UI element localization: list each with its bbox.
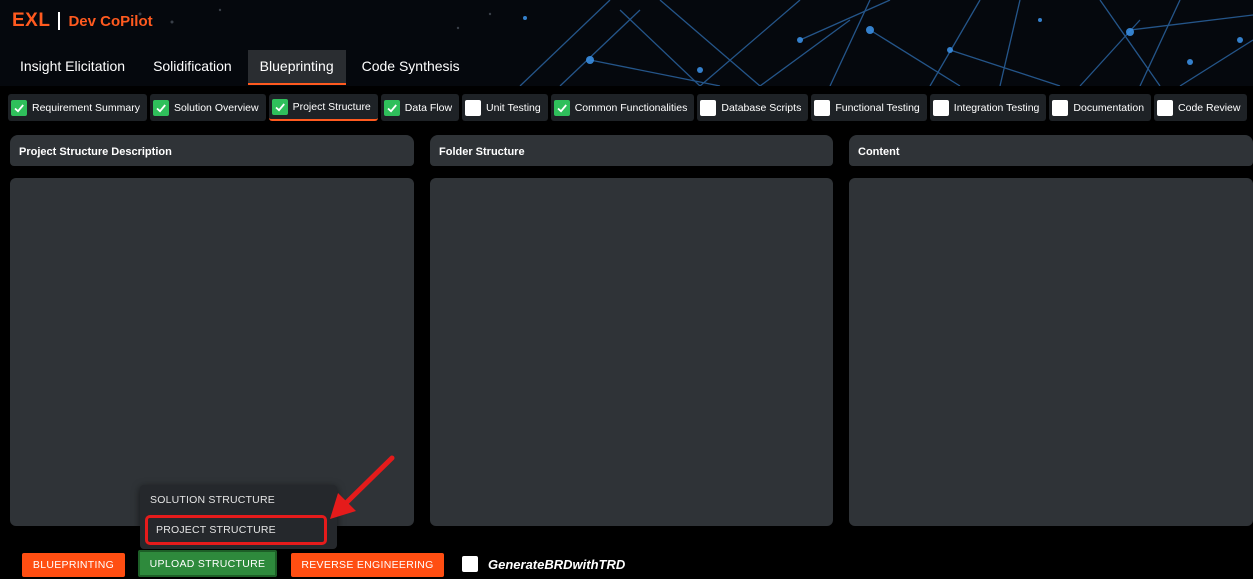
app-title: Dev CoPilot bbox=[68, 12, 153, 30]
checkbox-checked-icon[interactable] bbox=[11, 99, 27, 116]
reverse-engineering-button[interactable]: REVERSE ENGINEERING bbox=[291, 553, 444, 577]
subtab-label: Project Structure bbox=[292, 100, 371, 113]
subtab-requirement-summary[interactable]: Requirement Summary bbox=[8, 94, 147, 121]
generate-brd-label: GenerateBRDwithTRD bbox=[488, 556, 626, 572]
checkbox-unchecked-icon[interactable] bbox=[465, 99, 482, 116]
annotation-highlight-box bbox=[145, 515, 327, 545]
tab-solidification[interactable]: Solidification bbox=[141, 50, 244, 85]
subtab-code-review[interactable]: Code Review bbox=[1154, 94, 1248, 121]
subtab-label: Database Scripts bbox=[721, 101, 802, 114]
subtab-label: Requirement Summary bbox=[32, 101, 140, 114]
brand-separator bbox=[58, 12, 61, 30]
blueprinting-button[interactable]: BLUEPRINTING bbox=[22, 553, 125, 577]
subtab-integration-testing[interactable]: Integration Testing bbox=[929, 94, 1047, 121]
subtab-common-functionalities[interactable]: Common Functionalities bbox=[550, 94, 695, 121]
subtab-label: Data Flow bbox=[404, 101, 453, 114]
checkbox-unchecked-icon[interactable] bbox=[814, 99, 831, 116]
brand: EXL Dev CoPilot bbox=[12, 10, 153, 32]
exl-logo: EXL bbox=[12, 10, 51, 31]
subtab-unit-testing[interactable]: Unit Testing bbox=[462, 94, 548, 121]
checkbox-checked-icon[interactable] bbox=[152, 99, 169, 116]
menu-item-solution-structure[interactable]: SOLUTION STRUCTURE bbox=[150, 494, 275, 506]
content-panel[interactable] bbox=[849, 178, 1253, 526]
subtab-label: Documentation bbox=[1073, 101, 1145, 114]
generate-brd-checkbox[interactable] bbox=[462, 556, 478, 572]
app-header: EXL Dev CoPilot Insight Elicitation Soli… bbox=[0, 0, 1253, 86]
subtab-data-flow[interactable]: Data Flow bbox=[380, 94, 460, 121]
checkbox-checked-icon[interactable] bbox=[553, 99, 570, 116]
sub-tab-bar: Requirement Summary Solution Overview Pr… bbox=[8, 94, 1248, 121]
subtab-project-structure[interactable]: Project Structure bbox=[268, 94, 378, 121]
tab-blueprinting[interactable]: Blueprinting bbox=[247, 50, 346, 85]
subtab-documentation[interactable]: Documentation bbox=[1049, 94, 1152, 121]
checkbox-unchecked-icon[interactable] bbox=[700, 99, 717, 116]
subtab-label: Common Functionalities bbox=[574, 101, 688, 114]
folder-structure-header: Folder Structure bbox=[430, 135, 833, 166]
subtab-label: Code Review bbox=[1178, 101, 1241, 114]
subtab-label: Unit Testing bbox=[486, 101, 541, 114]
content-header: Content bbox=[849, 135, 1253, 166]
subtab-label: Integration Testing bbox=[953, 101, 1040, 114]
folder-structure-panel[interactable] bbox=[430, 178, 833, 526]
subtab-solution-overview[interactable]: Solution Overview bbox=[149, 94, 266, 121]
project-structure-description-header: Project Structure Description bbox=[10, 135, 414, 166]
subtab-label: Solution Overview bbox=[173, 101, 259, 114]
tab-insight-elicitation[interactable]: Insight Elicitation bbox=[8, 50, 137, 85]
generate-brd-option[interactable]: GenerateBRDwithTRD bbox=[462, 556, 625, 572]
annotation-arrow-icon bbox=[330, 455, 395, 519]
upload-structure-button[interactable]: UPLOAD STRUCTURE bbox=[138, 550, 277, 577]
checkbox-unchecked-icon[interactable] bbox=[1052, 99, 1069, 116]
subtab-label: Functional Testing bbox=[835, 101, 920, 114]
subtab-database-scripts[interactable]: Database Scripts bbox=[697, 94, 809, 121]
subtab-functional-testing[interactable]: Functional Testing bbox=[811, 94, 927, 121]
checkbox-unchecked-icon[interactable] bbox=[932, 99, 949, 116]
checkbox-unchecked-icon[interactable] bbox=[1157, 99, 1174, 116]
tab-code-synthesis[interactable]: Code Synthesis bbox=[350, 50, 472, 85]
checkbox-checked-icon[interactable] bbox=[383, 99, 400, 116]
main-tab-bar: Insight Elicitation Solidification Bluep… bbox=[8, 50, 472, 85]
checkbox-checked-icon[interactable] bbox=[271, 98, 288, 115]
